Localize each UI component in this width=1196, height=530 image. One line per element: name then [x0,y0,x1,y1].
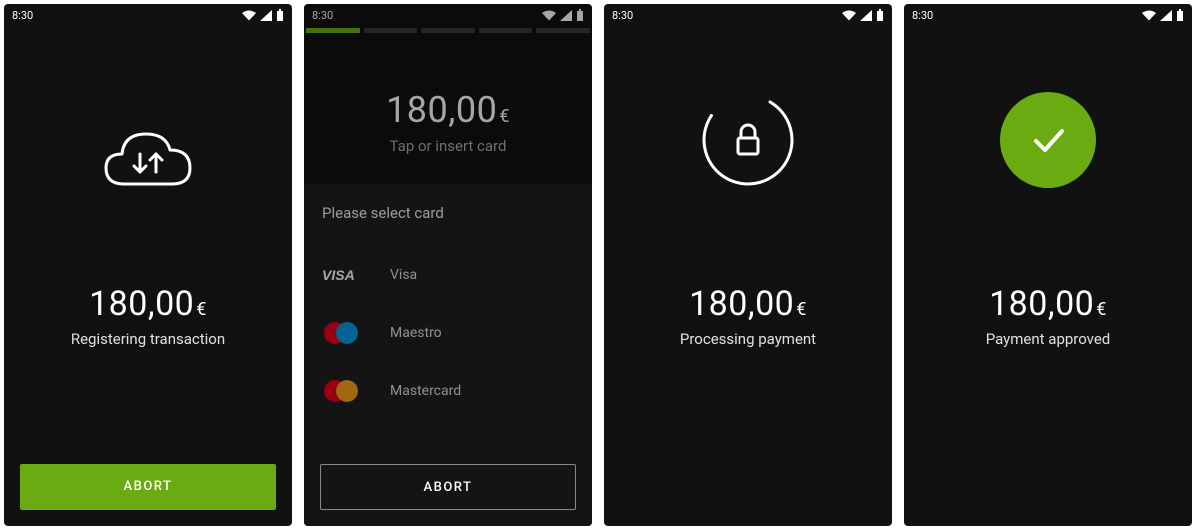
battery-icon [576,9,584,21]
screen-registering: 8:30 180,00€ Registering transaction ABO… [4,4,292,526]
currency: € [499,106,510,127]
card-label: Maestro [390,325,442,341]
card-option-mastercard[interactable]: Mastercard [322,362,574,420]
status-text: Registering transaction [71,330,225,348]
maestro-logo-icon [322,321,370,345]
wifi-icon [1142,10,1156,21]
panel-title: Please select card [322,204,574,222]
processing-spinner-icon [604,92,892,188]
battery-icon [1176,9,1184,21]
lock-icon [738,125,758,154]
status-icons [542,9,584,21]
currency: € [196,299,207,320]
currency: € [796,299,807,320]
status-icons [242,9,284,21]
battery-icon [876,9,884,21]
clock: 8:30 [312,9,333,22]
clock: 8:30 [912,9,933,22]
clock: 8:30 [12,9,33,22]
screen-approved: 8:30 180,00€ Payment approved [904,4,1192,526]
status-text: Payment approved [904,330,1192,348]
card-label: Visa [390,267,417,283]
status-bar: 8:30 [604,4,892,26]
visa-logo-icon: VISA [322,268,370,282]
amount: 180,00€ [904,284,1192,324]
wifi-icon [842,10,856,21]
amount: 180,00€ [304,89,592,131]
hint-text: Tap or insert card [304,137,592,155]
amount: 180,00€ [604,284,892,324]
signal-icon [1160,10,1172,21]
currency: € [1096,299,1107,320]
amount-value: 180,00 [89,284,194,324]
amount: 180,00€ [89,284,207,324]
card-label: Mastercard [390,383,461,399]
screen-select-card: 8:30 180,00€ Tap or insert card Please s… [304,4,592,526]
amount-value: 180,00 [989,284,1094,324]
status-bar: 8:30 [304,4,592,26]
status-icons [1142,9,1184,21]
signal-icon [560,10,572,21]
status-icons [842,9,884,21]
screen-processing: 8:30 180,00€ Processing payment [604,4,892,526]
amount-value: 180,00 [689,284,794,324]
success-badge [1000,92,1096,188]
status-bar: 8:30 [904,4,1192,26]
card-option-visa[interactable]: VISA Visa [322,246,574,304]
amount-value: 180,00 [386,89,497,131]
cloud-sync-icon [100,126,196,196]
clock: 8:30 [612,9,633,22]
signal-icon [860,10,872,21]
checkmark-icon [1024,116,1072,164]
mastercard-logo-icon [322,379,370,403]
status-bar: 8:30 [4,4,292,26]
abort-button[interactable]: ABORT [20,464,276,510]
wifi-icon [242,10,256,21]
wifi-icon [542,10,556,21]
card-option-maestro[interactable]: Maestro [322,304,574,362]
signal-icon [260,10,272,21]
battery-icon [276,9,284,21]
abort-button[interactable]: ABORT [320,464,576,510]
svg-text:VISA: VISA [322,268,355,282]
status-text: Processing payment [604,330,892,348]
